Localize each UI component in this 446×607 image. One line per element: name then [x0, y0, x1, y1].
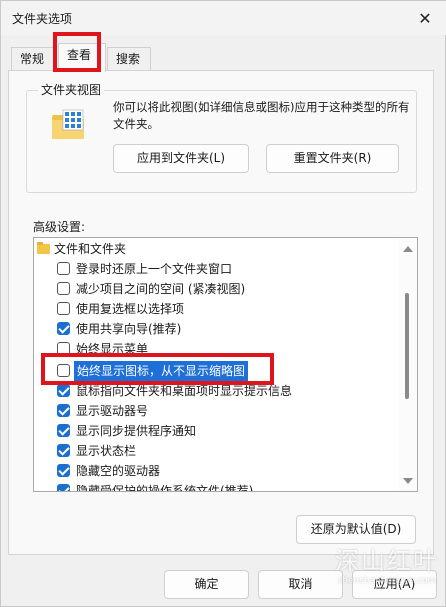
watermark: 深山红叶 shenshanhongye.com: [331, 541, 443, 586]
advanced-settings-label: 高级设置:: [33, 220, 86, 234]
ok-button[interactable]: 确定: [164, 570, 249, 599]
list-item-label: 减少项目之间的空间 (紧凑视图): [76, 282, 246, 296]
reset-folders-button[interactable]: 重置文件夹(R): [266, 144, 399, 173]
list-item-label: 隐藏空的驱动器: [76, 464, 161, 478]
title-bar: 文件夹选项 ✕: [1, 1, 446, 35]
checkbox[interactable]: [57, 262, 70, 275]
scroll-up-icon[interactable]: [403, 246, 413, 252]
tab-general[interactable]: 常规: [11, 47, 57, 71]
checkbox[interactable]: [57, 424, 70, 437]
close-button[interactable]: ✕: [403, 1, 446, 35]
tab-search[interactable]: 搜索: [107, 47, 151, 71]
watermark-url: shenshanhongye.com: [337, 576, 437, 586]
list-item-label: 文件和文件夹: [54, 242, 127, 256]
checkbox[interactable]: [57, 404, 70, 417]
list-item-label: 显示驱动器号: [76, 404, 149, 418]
list-item-label: 登录时还原上一个文件夹窗口: [76, 262, 233, 276]
checkbox[interactable]: [57, 484, 70, 491]
list-item-label: 使用共享向导(推荐): [76, 322, 182, 336]
checkbox[interactable]: [57, 384, 70, 397]
list-scrollbar[interactable]: [399, 238, 417, 491]
item-annotation-box: [41, 353, 274, 385]
folder-views-label: 文件夹视图: [38, 81, 105, 98]
restore-defaults-button[interactable]: 还原为默认值(D): [296, 515, 416, 544]
apply-to-folders-button[interactable]: 应用到文件夹(L): [113, 144, 249, 173]
checkbox[interactable]: [57, 322, 70, 335]
folder-icon: [37, 242, 50, 254]
tab-annotation-box: [53, 32, 101, 72]
checkbox[interactable]: [57, 302, 70, 315]
checkbox[interactable]: [57, 444, 70, 457]
window-title: 文件夹选项: [12, 12, 73, 26]
list-item-label: 隐藏受保护的操作系统文件(推荐): [76, 484, 254, 492]
folder-view-icon: [52, 109, 84, 139]
folder-options-dialog: 文件夹选项 ✕ 常规 查看 搜索 文件夹视图 你可以将此视图(如详细信息或图标)…: [0, 0, 446, 607]
watermark-text: 深山红叶: [335, 547, 439, 575]
checkbox[interactable]: [57, 282, 70, 295]
list-item-label: 显示同步提供程序通知: [76, 424, 197, 438]
list-item-label: 显示状态栏: [76, 444, 137, 458]
scroll-down-icon[interactable]: [403, 478, 413, 484]
scroll-thumb[interactable]: [405, 293, 409, 399]
list-item-label: 使用复选框以选择项: [76, 302, 185, 316]
folder-views-description: 你可以将此视图(如详细信息或图标)应用于这种类型的所有文件夹。: [113, 100, 410, 131]
checkbox[interactable]: [57, 464, 70, 477]
close-icon: ✕: [418, 8, 432, 28]
